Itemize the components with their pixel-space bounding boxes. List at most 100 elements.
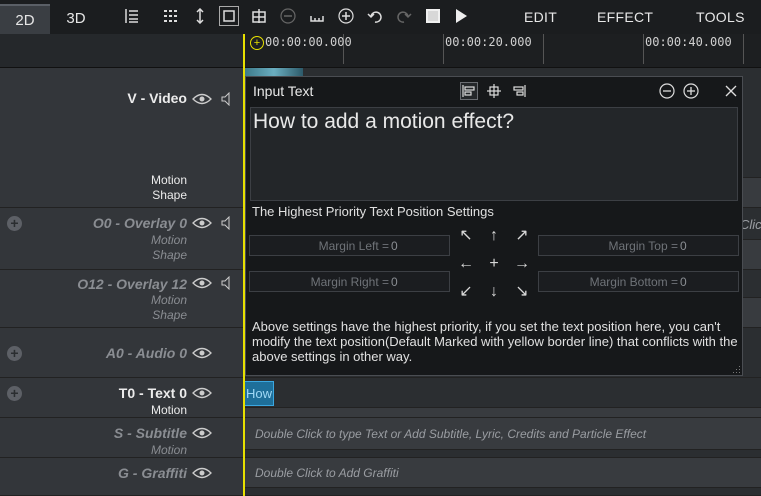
margin-left-field[interactable]: Margin Left = 0 xyxy=(249,235,450,256)
motion-label: Motion xyxy=(150,173,187,187)
resize-grip-icon[interactable] xyxy=(733,366,741,374)
track-header-top xyxy=(0,34,243,68)
track-graffiti[interactable]: G - Graffiti xyxy=(0,458,243,496)
align-lines-icon[interactable] xyxy=(122,6,142,26)
shape-label: Shape xyxy=(152,188,187,202)
arrow-down-left-button[interactable]: ↙ xyxy=(455,281,477,303)
ruler-tick xyxy=(643,34,644,64)
arrow-up-left-button[interactable]: ↖ xyxy=(455,225,477,247)
track-sub-labels: Motion Shape xyxy=(151,293,187,323)
track-overlay-12[interactable]: O12 - Overlay 12 Motion Shape xyxy=(0,270,243,328)
playhead-handle[interactable]: + xyxy=(250,36,264,50)
redo-icon[interactable] xyxy=(394,6,414,26)
eye-icon[interactable] xyxy=(192,386,212,400)
align-center-icon[interactable] xyxy=(485,82,503,100)
ruler-timecode: 00:00:40.000 xyxy=(645,35,732,49)
eye-icon[interactable] xyxy=(192,466,212,480)
dialog-title: Input Text xyxy=(253,83,314,99)
video-editor-app: 2D 3D EDIT EFFECT TOOLS 00:00:00.000 00:… xyxy=(0,0,761,496)
menu-tools[interactable]: TOOLS xyxy=(696,9,745,25)
input-text-dialog: Input Text How to add a motion effect? T… xyxy=(245,76,743,376)
tab-2d[interactable]: 2D xyxy=(0,4,50,34)
arrow-up-button[interactable]: ↑ xyxy=(483,225,505,247)
track-title: O0 - Overlay 0 xyxy=(92,215,187,231)
lane-graffiti[interactable]: Double Click to Add Graffiti xyxy=(243,458,761,488)
ruler-timecode: 00:00:00.000 xyxy=(265,35,352,49)
speaker-icon[interactable] xyxy=(221,92,235,106)
margin-top-label: Margin Top = xyxy=(608,239,679,253)
speaker-icon[interactable] xyxy=(221,216,235,230)
timeline-scale-icon[interactable] xyxy=(307,6,327,26)
track-title: S - Subtitle xyxy=(113,425,187,441)
vertical-resize-icon[interactable] xyxy=(190,6,210,26)
center-button[interactable]: + xyxy=(483,253,505,275)
tab-3d[interactable]: 3D xyxy=(52,4,100,34)
shape-label: Shape xyxy=(152,308,187,322)
shape-label: Shape xyxy=(152,248,187,262)
track-subtitle[interactable]: S - Subtitle Motion xyxy=(0,418,243,458)
track-title: V - Video xyxy=(127,90,187,106)
track-title: T0 - Text 0 xyxy=(118,385,187,401)
lane-text-0-motion[interactable] xyxy=(243,408,761,418)
eye-icon[interactable] xyxy=(192,92,212,106)
margin-bottom-value[interactable]: 0 xyxy=(680,275,687,289)
arrow-up-right-button[interactable]: ↗ xyxy=(511,225,533,247)
track-text-0[interactable]: + T0 - Text 0 Motion xyxy=(0,378,243,418)
minus-icon[interactable] xyxy=(658,82,676,100)
text-clip[interactable]: How xyxy=(244,381,274,406)
menu-effect[interactable]: EFFECT xyxy=(597,9,653,25)
speaker-icon[interactable] xyxy=(221,276,235,290)
track-overlay-0[interactable]: + O0 - Overlay 0 Motion Shape xyxy=(0,208,243,270)
align-left-icon[interactable] xyxy=(460,82,478,100)
select-frame-icon[interactable] xyxy=(219,6,239,26)
zoom-in-icon[interactable] xyxy=(336,6,356,26)
margin-bottom-field[interactable]: Margin Bottom = 0 xyxy=(538,271,739,292)
lane-bottom xyxy=(243,488,761,496)
preview-window-icon[interactable] xyxy=(423,6,443,26)
margin-top-field[interactable]: Margin Top = 0 xyxy=(538,235,739,256)
add-track-button[interactable]: + xyxy=(7,386,22,401)
ruler-tick xyxy=(543,34,544,64)
margin-top-value[interactable]: 0 xyxy=(680,239,687,253)
menu-edit[interactable]: EDIT xyxy=(524,9,557,25)
overlay-hint-fragment: Clic xyxy=(740,217,761,232)
split-icon[interactable] xyxy=(249,6,269,26)
lane-subtitle[interactable]: Double Click to type Text or Add Subtitl… xyxy=(243,418,761,450)
arrow-right-button[interactable]: → xyxy=(511,253,533,275)
margin-right-field[interactable]: Margin Right = 0 xyxy=(249,271,450,292)
lane-text-0[interactable] xyxy=(243,378,761,408)
text-input-area[interactable]: How to add a motion effect? xyxy=(250,107,738,201)
graffiti-hint: Double Click to Add Graffiti xyxy=(255,466,399,480)
zoom-out-disabled-icon[interactable] xyxy=(278,6,298,26)
track-title: O12 - Overlay 12 xyxy=(77,276,187,292)
eye-icon[interactable] xyxy=(192,276,212,290)
track-sub-labels: Motion Shape xyxy=(151,233,187,263)
lane-subtitle-motion[interactable] xyxy=(243,450,761,458)
eye-icon[interactable] xyxy=(192,216,212,230)
arrow-down-right-button[interactable]: ↘ xyxy=(511,281,533,303)
track-sub-labels: Motion xyxy=(151,443,187,458)
align-right-icon[interactable] xyxy=(510,82,528,100)
add-track-button[interactable]: + xyxy=(7,216,22,231)
eye-icon[interactable] xyxy=(192,346,212,360)
ruler-tick xyxy=(743,34,744,64)
margin-bottom-label: Margin Bottom = xyxy=(589,275,678,289)
arrow-left-button[interactable]: ← xyxy=(455,253,477,275)
play-icon[interactable] xyxy=(451,6,471,26)
motion-label: Motion xyxy=(150,233,187,247)
track-video[interactable]: V - Video Motion Shape xyxy=(0,68,243,208)
close-icon[interactable] xyxy=(722,82,740,100)
add-track-button[interactable]: + xyxy=(7,346,22,361)
grid-dots-icon[interactable] xyxy=(161,6,181,26)
margin-right-value[interactable]: 0 xyxy=(391,275,398,289)
eye-icon[interactable] xyxy=(192,426,212,440)
ruler-tick xyxy=(443,34,444,64)
priority-note: Above settings have the highest priority… xyxy=(252,319,738,364)
undo-icon[interactable] xyxy=(365,6,385,26)
timeline-ruler[interactable]: 00:00:00.000 00:00:20.000 00:00:40.000 xyxy=(243,34,761,68)
margin-left-value[interactable]: 0 xyxy=(391,239,398,253)
track-audio-0[interactable]: + A0 - Audio 0 xyxy=(0,328,243,378)
plus-icon[interactable] xyxy=(682,82,700,100)
arrow-down-button[interactable]: ↓ xyxy=(483,281,505,303)
track-title: A0 - Audio 0 xyxy=(105,345,187,361)
